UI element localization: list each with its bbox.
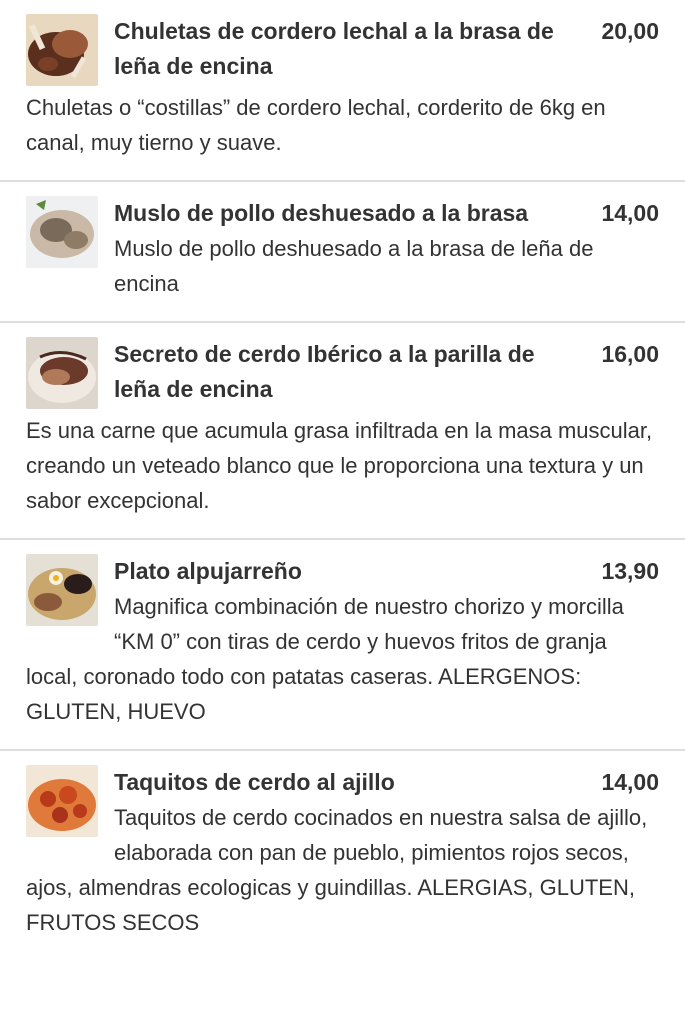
item-name: Secreto de cerdo Ibérico a la parilla de… bbox=[114, 341, 535, 402]
item-price: 13,90 bbox=[601, 558, 659, 584]
item-name: Chuletas de cordero lechal a la brasa de… bbox=[114, 18, 554, 79]
item-description: Muslo de pollo deshuesado a la brasa de … bbox=[114, 236, 594, 296]
menu-item[interactable]: Secreto de cerdo Ibérico a la parilla de… bbox=[0, 323, 685, 540]
item-price: 16,00 bbox=[601, 341, 659, 367]
plato-alpujarreno-photo[interactable] bbox=[26, 554, 98, 626]
item-price: 20,00 bbox=[601, 18, 659, 44]
menu-item[interactable]: Taquitos de cerdo al ajillo 14,00 Taquit… bbox=[0, 751, 685, 940]
item-description: Magnifica combinación de nuestro chorizo… bbox=[26, 594, 624, 724]
lamb-chops-photo[interactable] bbox=[26, 14, 98, 86]
garlic-pork-photo[interactable] bbox=[26, 765, 98, 837]
menu-item[interactable]: Muslo de pollo deshuesado a la brasa 14,… bbox=[0, 182, 685, 323]
menu-item[interactable]: Plato alpujarreño 13,90 Magnifica combin… bbox=[0, 540, 685, 751]
item-description: Taquitos de cerdo cocinados en nuestra s… bbox=[26, 805, 648, 935]
item-description: Chuletas o “costillas” de cordero lechal… bbox=[26, 95, 606, 155]
menu-item[interactable]: Chuletas de cordero lechal a la brasa de… bbox=[0, 0, 685, 182]
chicken-thigh-photo[interactable] bbox=[26, 196, 98, 268]
item-description: Es una carne que acumula grasa infiltrad… bbox=[26, 418, 653, 513]
item-price: 14,00 bbox=[601, 200, 659, 226]
iberian-pork-photo[interactable] bbox=[26, 337, 98, 409]
item-name: Muslo de pollo deshuesado a la brasa bbox=[114, 200, 529, 226]
item-price: 14,00 bbox=[601, 769, 659, 795]
item-name: Taquitos de cerdo al ajillo bbox=[114, 769, 395, 795]
menu-list: Chuletas de cordero lechal a la brasa de… bbox=[0, 0, 685, 940]
item-name: Plato alpujarreño bbox=[114, 558, 302, 584]
